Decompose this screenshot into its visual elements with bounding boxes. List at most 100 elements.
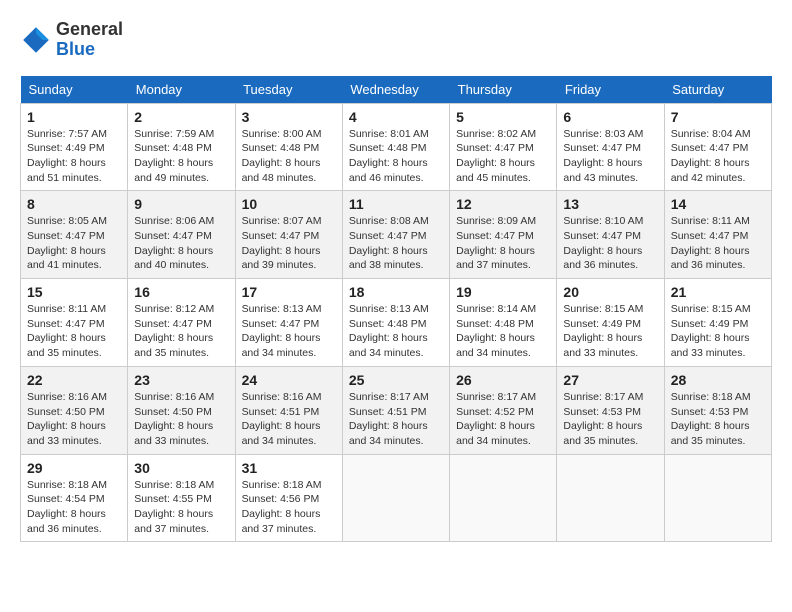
cell-info: Sunrise: 8:10 AMSunset: 4:47 PMDaylight:…: [563, 214, 657, 273]
calendar-cell: 27 Sunrise: 8:17 AMSunset: 4:53 PMDayligh…: [557, 366, 664, 454]
day-number: 17: [242, 284, 336, 300]
cell-info: Sunrise: 8:18 AMSunset: 4:55 PMDaylight:…: [134, 478, 228, 537]
calendar-cell: 25Sunrise: 8:17 AMSunset: 4:51 PMDayligh…: [342, 366, 449, 454]
calendar-cell: 23Sunrise: 8:16 AMSunset: 4:50 PMDayligh…: [128, 366, 235, 454]
day-number: 16: [134, 284, 228, 300]
day-number: 2: [134, 109, 228, 125]
cell-info: Sunrise: 8:01 AMSunset: 4:48 PMDaylight:…: [349, 127, 443, 186]
calendar-cell: 30Sunrise: 8:18 AMSunset: 4:55 PMDayligh…: [128, 454, 235, 542]
day-number: 20: [563, 284, 657, 300]
cell-info: Sunrise: 8:13 AMSunset: 4:47 PMDaylight:…: [242, 302, 336, 361]
cell-info: Sunrise: 8:08 AMSunset: 4:47 PMDaylight:…: [349, 214, 443, 273]
day-number: 4: [349, 109, 443, 125]
calendar-cell: [342, 454, 449, 542]
calendar-week-row: 8 Sunrise: 8:05 AMSunset: 4:47 PMDaylight…: [21, 191, 772, 279]
cell-info: Sunrise: 8:07 AMSunset: 4:47 PMDaylight:…: [242, 214, 336, 273]
day-number: 15: [27, 284, 121, 300]
day-number: 6: [563, 109, 657, 125]
calendar-week-row: 29 Sunrise: 8:18 AMSunset: 4:54 PMDayligh…: [21, 454, 772, 542]
cell-info: Sunrise: 8:15 AMSunset: 4:49 PMDaylight:…: [563, 302, 657, 361]
day-number: 26: [456, 372, 550, 388]
calendar-cell: 18 Sunrise: 8:13 AMSunset: 4:48 PMDayligh…: [342, 279, 449, 367]
calendar-cell: 2 Sunrise: 7:59 AMSunset: 4:48 PMDaylight…: [128, 103, 235, 191]
cell-info: Sunrise: 8:15 AMSunset: 4:49 PMDaylight:…: [671, 302, 765, 361]
calendar-cell: 1 Sunrise: 7:57 AMSunset: 4:49 PMDaylight…: [21, 103, 128, 191]
page-header: General Blue: [20, 20, 772, 60]
day-number: 5: [456, 109, 550, 125]
day-number: 7: [671, 109, 765, 125]
calendar-cell: 13 Sunrise: 8:10 AMSunset: 4:47 PMDayligh…: [557, 191, 664, 279]
cell-info: Sunrise: 8:16 AMSunset: 4:50 PMDaylight:…: [134, 390, 228, 449]
cell-info: Sunrise: 8:18 AMSunset: 4:53 PMDaylight:…: [671, 390, 765, 449]
calendar-body: 1 Sunrise: 7:57 AMSunset: 4:49 PMDaylight…: [21, 103, 772, 542]
cell-info: Sunrise: 8:09 AMSunset: 4:47 PMDaylight:…: [456, 214, 550, 273]
calendar-cell: 26 Sunrise: 8:17 AMSunset: 4:52 PMDayligh…: [450, 366, 557, 454]
calendar-cell: 21 Sunrise: 8:15 AMSunset: 4:49 PMDayligh…: [664, 279, 771, 367]
calendar-cell: 11 Sunrise: 8:08 AMSunset: 4:47 PMDayligh…: [342, 191, 449, 279]
calendar-cell: 24 Sunrise: 8:16 AMSunset: 4:51 PMDayligh…: [235, 366, 342, 454]
day-number: 12: [456, 196, 550, 212]
day-number: 22: [27, 372, 121, 388]
cell-info: Sunrise: 8:03 AMSunset: 4:47 PMDaylight:…: [563, 127, 657, 186]
cell-info: Sunrise: 8:04 AMSunset: 4:47 PMDaylight:…: [671, 127, 765, 186]
calendar-cell: 28 Sunrise: 8:18 AMSunset: 4:53 PMDayligh…: [664, 366, 771, 454]
calendar-cell: 19Sunrise: 8:14 AMSunset: 4:48 PMDayligh…: [450, 279, 557, 367]
day-number: 25: [349, 372, 443, 388]
calendar-cell: [557, 454, 664, 542]
calendar-cell: 31 Sunrise: 8:18 AMSunset: 4:56 PMDayligh…: [235, 454, 342, 542]
logo-text: General Blue: [56, 20, 123, 60]
cell-info: Sunrise: 8:18 AMSunset: 4:54 PMDaylight:…: [27, 478, 121, 537]
cell-info: Sunrise: 8:16 AMSunset: 4:51 PMDaylight:…: [242, 390, 336, 449]
calendar-cell: 6 Sunrise: 8:03 AMSunset: 4:47 PMDaylight…: [557, 103, 664, 191]
calendar-cell: 14 Sunrise: 8:11 AMSunset: 4:47 PMDayligh…: [664, 191, 771, 279]
calendar-cell: 29 Sunrise: 8:18 AMSunset: 4:54 PMDayligh…: [21, 454, 128, 542]
day-number: 29: [27, 460, 121, 476]
cell-info: Sunrise: 8:05 AMSunset: 4:47 PMDaylight:…: [27, 214, 121, 273]
weekday-header: Thursday: [450, 76, 557, 104]
cell-info: Sunrise: 7:59 AMSunset: 4:48 PMDaylight:…: [134, 127, 228, 186]
cell-info: Sunrise: 8:11 AMSunset: 4:47 PMDaylight:…: [671, 214, 765, 273]
calendar-cell: [664, 454, 771, 542]
day-number: 27: [563, 372, 657, 388]
day-number: 9: [134, 196, 228, 212]
calendar-cell: 17 Sunrise: 8:13 AMSunset: 4:47 PMDayligh…: [235, 279, 342, 367]
day-number: 14: [671, 196, 765, 212]
cell-info: Sunrise: 8:17 AMSunset: 4:52 PMDaylight:…: [456, 390, 550, 449]
calendar-cell: 4 Sunrise: 8:01 AMSunset: 4:48 PMDaylight…: [342, 103, 449, 191]
day-number: 1: [27, 109, 121, 125]
weekday-header: Saturday: [664, 76, 771, 104]
weekday-header: Wednesday: [342, 76, 449, 104]
day-number: 28: [671, 372, 765, 388]
cell-info: Sunrise: 7:57 AMSunset: 4:49 PMDaylight:…: [27, 127, 121, 186]
cell-info: Sunrise: 8:06 AMSunset: 4:47 PMDaylight:…: [134, 214, 228, 273]
weekday-header: Tuesday: [235, 76, 342, 104]
calendar-cell: 20 Sunrise: 8:15 AMSunset: 4:49 PMDayligh…: [557, 279, 664, 367]
logo-icon: [20, 24, 52, 56]
day-number: 13: [563, 196, 657, 212]
calendar-week-row: 22 Sunrise: 8:16 AMSunset: 4:50 PMDayligh…: [21, 366, 772, 454]
calendar-cell: 12 Sunrise: 8:09 AMSunset: 4:47 PMDayligh…: [450, 191, 557, 279]
cell-info: Sunrise: 8:13 AMSunset: 4:48 PMDaylight:…: [349, 302, 443, 361]
day-number: 31: [242, 460, 336, 476]
cell-info: Sunrise: 8:18 AMSunset: 4:56 PMDaylight:…: [242, 478, 336, 537]
cell-info: Sunrise: 8:12 AMSunset: 4:47 PMDaylight:…: [134, 302, 228, 361]
cell-info: Sunrise: 8:17 AMSunset: 4:53 PMDaylight:…: [563, 390, 657, 449]
day-number: 10: [242, 196, 336, 212]
cell-info: Sunrise: 8:14 AMSunset: 4:48 PMDaylight:…: [456, 302, 550, 361]
calendar-week-row: 1 Sunrise: 7:57 AMSunset: 4:49 PMDaylight…: [21, 103, 772, 191]
day-number: 18: [349, 284, 443, 300]
calendar-cell: 22Sunrise: 8:16 AMSunset: 4:50 PMDayligh…: [21, 366, 128, 454]
cell-info: Sunrise: 8:02 AMSunset: 4:47 PMDaylight:…: [456, 127, 550, 186]
calendar-cell: 8 Sunrise: 8:05 AMSunset: 4:47 PMDaylight…: [21, 191, 128, 279]
day-number: 24: [242, 372, 336, 388]
calendar-cell: 5 Sunrise: 8:02 AMSunset: 4:47 PMDaylight…: [450, 103, 557, 191]
day-number: 11: [349, 196, 443, 212]
calendar-table: SundayMondayTuesdayWednesdayThursdayFrid…: [20, 76, 772, 543]
calendar-cell: 10 Sunrise: 8:07 AMSunset: 4:47 PMDayligh…: [235, 191, 342, 279]
day-number: 8: [27, 196, 121, 212]
day-number: 21: [671, 284, 765, 300]
calendar-cell: 3Sunrise: 8:00 AMSunset: 4:48 PMDaylight…: [235, 103, 342, 191]
calendar-cell: 15 Sunrise: 8:11 AMSunset: 4:47 PMDayligh…: [21, 279, 128, 367]
cell-info: Sunrise: 8:11 AMSunset: 4:47 PMDaylight:…: [27, 302, 121, 361]
cell-info: Sunrise: 8:00 AMSunset: 4:48 PMDaylight:…: [242, 127, 336, 186]
